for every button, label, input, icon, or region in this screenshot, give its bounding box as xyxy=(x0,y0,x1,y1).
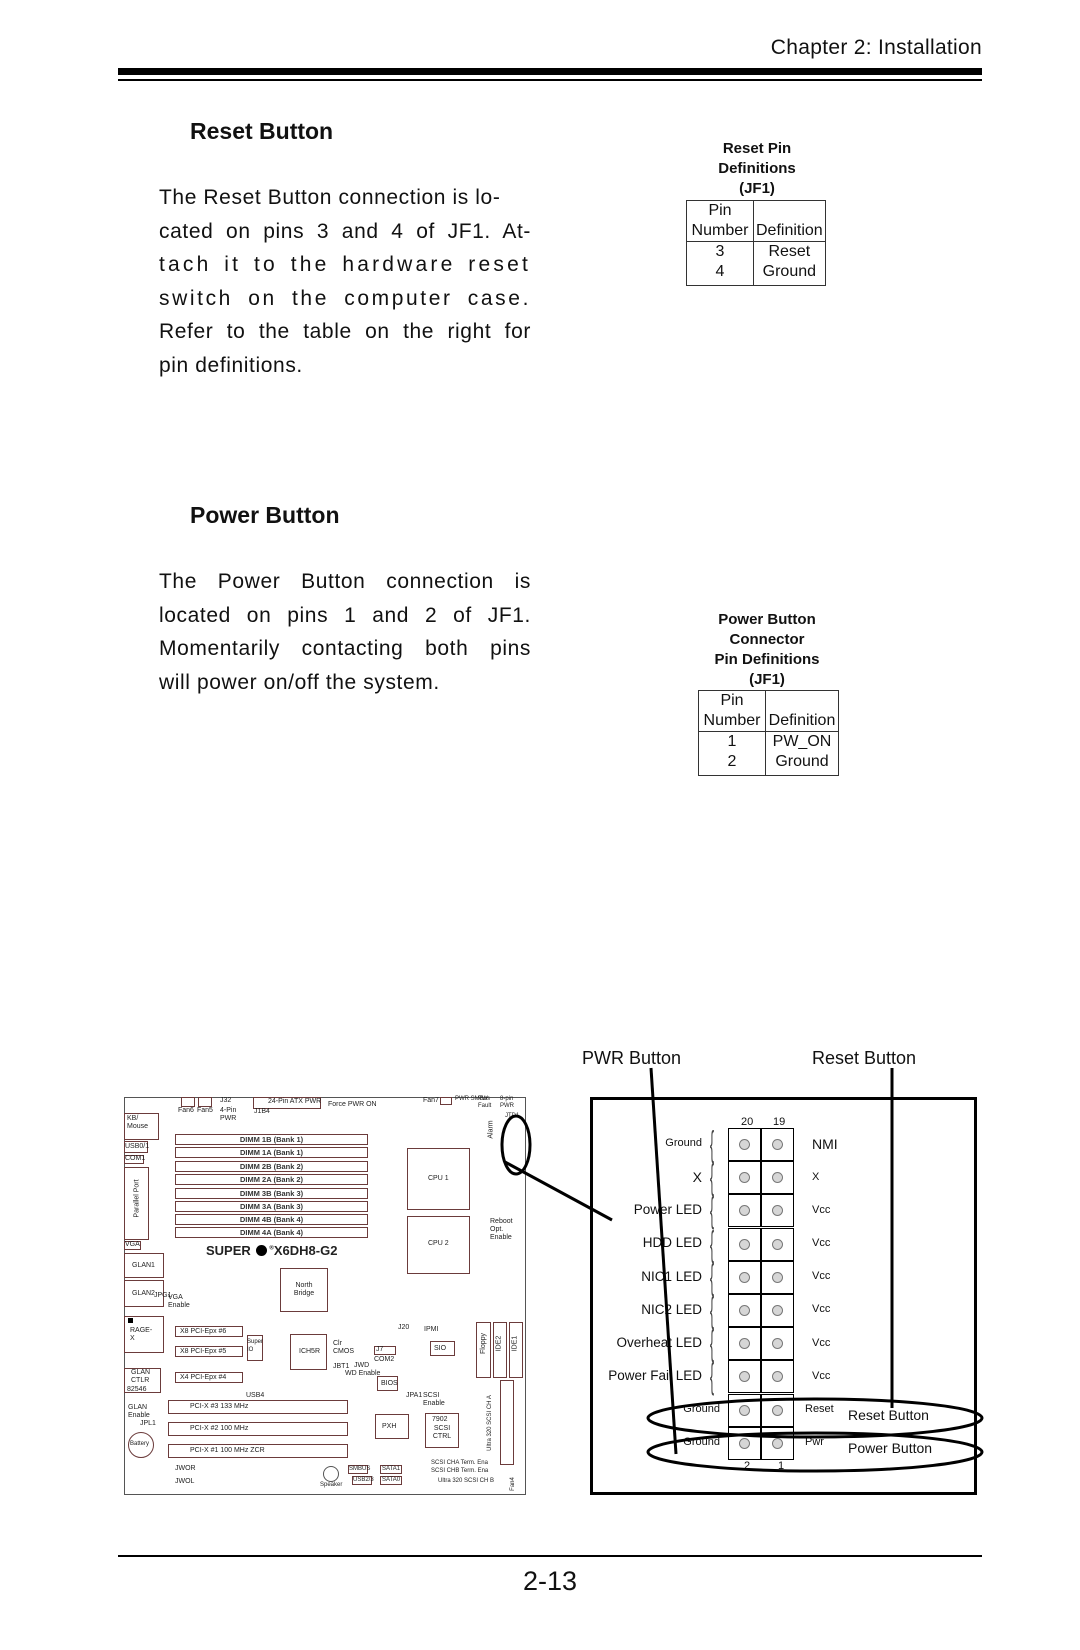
footer-rule xyxy=(118,1555,982,1557)
jf1-overlay xyxy=(646,1067,984,1473)
reset-button-group-label: Reset Button xyxy=(848,1407,929,1423)
page-number: 2-13 xyxy=(522,1566,578,1596)
reset-pins-highlight xyxy=(646,1397,984,1439)
power-button-group-label: Power Button xyxy=(848,1440,933,1456)
pwr-button-pointer xyxy=(649,1067,678,1455)
